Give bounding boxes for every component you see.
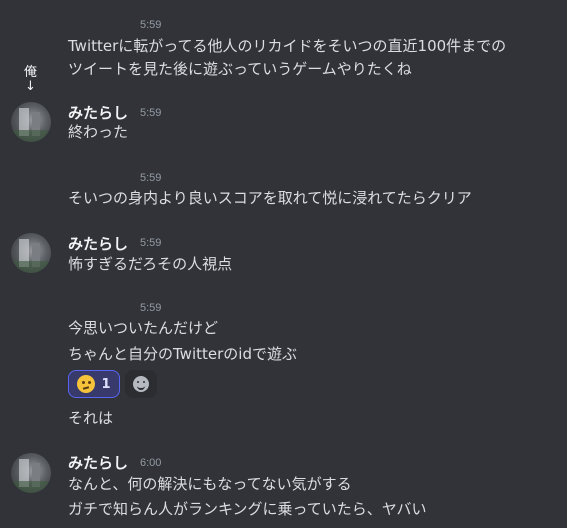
thinking-face-icon	[77, 375, 96, 393]
message-text: 怖すぎるだろその人視点	[68, 255, 233, 273]
message-text: ちゃんと自分のTwitterのidで遊ぶ	[68, 345, 297, 363]
message-timestamp: 5:59	[140, 172, 162, 184]
message-text: そいつの身内より良いスコアを取れて悦に浸れてたらクリア	[68, 189, 472, 207]
message-timestamp: 5:59	[140, 107, 162, 119]
message-text: 今思いついたんだけど	[68, 319, 219, 337]
message-timestamp: 6:00	[140, 457, 162, 469]
message-timestamp: 5:59	[140, 19, 162, 31]
down-arrow-icon: ↓	[25, 79, 36, 94]
add-reaction-button[interactable]	[125, 370, 157, 398]
message-text: ツイートを見た後に遊ぶっていうゲームやりたくね	[68, 60, 412, 78]
user-avatar[interactable]	[11, 102, 51, 142]
user-avatar[interactable]	[11, 233, 51, 273]
reaction-count: 1	[101, 376, 111, 392]
username[interactable]: みたらし	[68, 102, 128, 123]
message-text: Twitterに転がってる他人のリカイドをそいつの直近100件までの	[68, 37, 507, 55]
user-avatar[interactable]	[11, 453, 51, 493]
message-text: 終わった	[68, 123, 129, 141]
chat-log: 俺 ↓ 5:59 Twitterに転がってる他人のリカイドをそいつの直近100件…	[0, 0, 567, 528]
annotation-label: 俺 ↓	[24, 65, 38, 94]
username[interactable]: みたらし	[68, 233, 128, 254]
smiley-icon	[133, 376, 149, 392]
message-text: それは	[68, 409, 114, 427]
reaction-button[interactable]: 1	[68, 370, 120, 398]
message-timestamp: 5:59	[140, 302, 162, 314]
message-text: ガチで知らん人がランキングに乗っていたら、ヤバい	[68, 500, 427, 518]
username[interactable]: みたらし	[68, 452, 128, 473]
message-text: なんと、何の解決にもなってない気がする	[68, 475, 352, 493]
message-timestamp: 5:59	[140, 237, 162, 249]
